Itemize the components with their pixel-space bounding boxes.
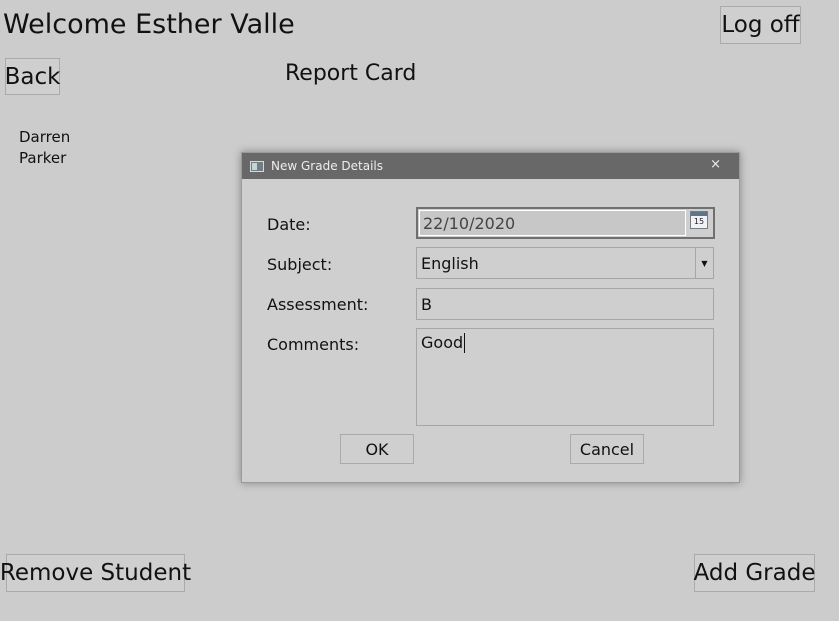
date-picker[interactable]: 22/10/2020 15 [416,207,715,239]
text-caret [464,333,466,353]
date-value: 22/10/2020 [423,213,516,233]
subject-label: Subject: [267,255,333,274]
assessment-input[interactable]: B [416,288,714,320]
new-grade-dialog: New Grade Details × Date: 22/10/2020 15 … [241,152,740,483]
remove-student-button[interactable]: Remove Student [0,554,191,592]
dialog-titlebar[interactable]: New Grade Details × [242,153,739,179]
dialog-title: New Grade Details [271,159,383,173]
add-grade-button[interactable]: Add Grade [694,554,815,592]
assessment-value: B [421,294,432,314]
cancel-button[interactable]: Cancel [570,434,644,464]
window-icon [250,160,264,172]
date-input[interactable]: 22/10/2020 [419,210,686,236]
back-button[interactable]: Back [5,58,60,95]
date-label: Date: [267,215,311,234]
close-icon[interactable]: × [710,157,721,173]
comments-textarea[interactable]: Good [416,328,714,426]
logoff-button[interactable]: Log off [720,6,801,44]
welcome-heading: Welcome Esther Valle [3,9,295,40]
comments-value: Good [421,333,464,352]
student-name[interactable]: Darren Parker [19,127,79,169]
subject-value: English [421,253,479,273]
assessment-label: Assessment: [267,295,369,314]
calendar-icon[interactable]: 15 [690,211,708,229]
chevron-down-icon[interactable]: ▼ [695,248,713,278]
subject-select[interactable]: English ▼ [416,247,714,279]
page-title: Report Card [285,61,417,86]
ok-button[interactable]: OK [340,434,414,464]
comments-label: Comments: [267,335,360,354]
